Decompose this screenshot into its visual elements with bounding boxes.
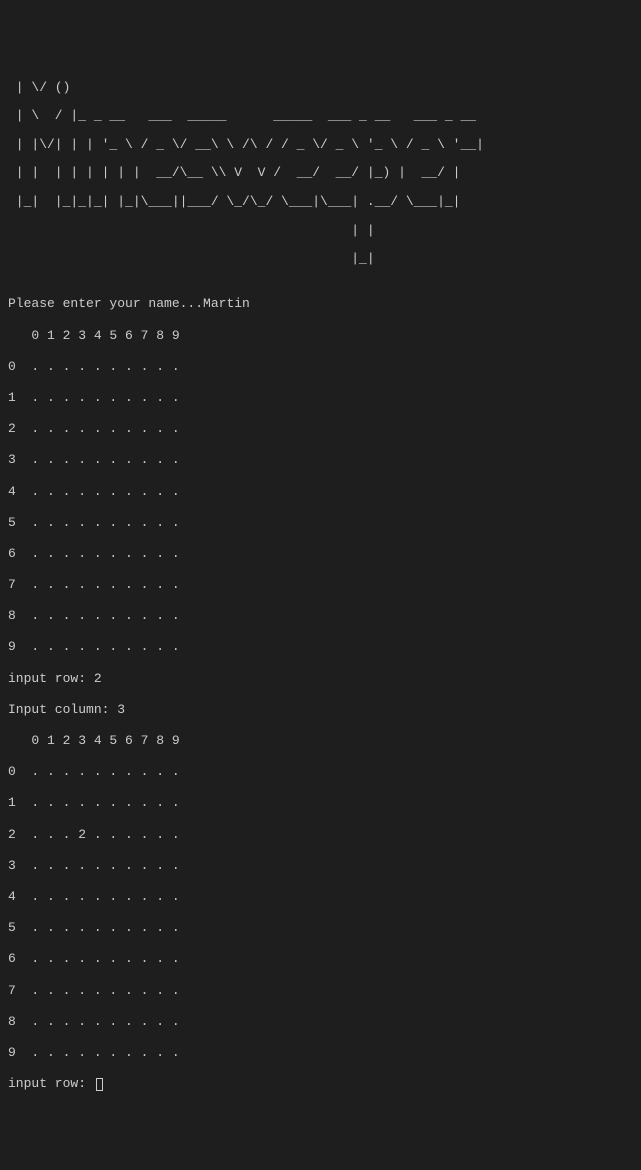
ascii-line: | \ / |_ _ __ ___ _____ _____ ___ _ __ _…: [8, 109, 633, 123]
board-row: 9 . . . . . . . . . .: [8, 1045, 633, 1061]
name-prompt-line: Please enter your name...Martin: [8, 296, 633, 312]
board-row: 5 . . . . . . . . . .: [8, 515, 633, 531]
name-value: Martin: [203, 296, 250, 311]
board-row: 1 . . . . . . . . . .: [8, 390, 633, 406]
board-row: 9 . . . . . . . . . .: [8, 639, 633, 655]
board-row: 7 . . . . . . . . . .: [8, 577, 633, 593]
cursor-icon: [96, 1078, 103, 1091]
input-row-line: input row: 2: [8, 671, 633, 687]
input-row-value: 2: [94, 671, 102, 686]
board-row: 1 . . . . . . . . . .: [8, 795, 633, 811]
input-col-value: 3: [117, 702, 125, 717]
board-row: 8 . . . . . . . . . .: [8, 608, 633, 624]
board-row: 6 . . . . . . . . . .: [8, 546, 633, 562]
ascii-line: | |: [8, 224, 633, 238]
board-row: 2 . . . . . . . . . .: [8, 421, 633, 437]
ascii-art-banner: | \/ () | \ / |_ _ __ ___ _____ _____ __…: [8, 66, 633, 280]
ascii-line: | | | | | | | | __/\__ \\ V V / __/ __/ …: [8, 166, 633, 180]
ascii-line: | \/ (): [8, 81, 633, 95]
board-header: 0 1 2 3 4 5 6 7 8 9: [8, 733, 633, 749]
ascii-line: |_| |_|_|_| |_|\___||___/ \_/\_/ \___|\_…: [8, 195, 633, 209]
board-row: 3 . . . . . . . . . .: [8, 452, 633, 468]
ascii-line: |_|: [8, 252, 633, 266]
board-row: 0 . . . . . . . . . .: [8, 764, 633, 780]
board-row: 4 . . . . . . . . . .: [8, 484, 633, 500]
board-row: 0 . . . . . . . . . .: [8, 359, 633, 375]
input-col-line: Input column: 3: [8, 702, 633, 718]
board-header: 0 1 2 3 4 5 6 7 8 9: [8, 328, 633, 344]
board-row: 6 . . . . . . . . . .: [8, 951, 633, 967]
board-row: 7 . . . . . . . . . .: [8, 983, 633, 999]
board-row: 8 . . . . . . . . . .: [8, 1014, 633, 1030]
input-row-prompt: input row:: [8, 671, 94, 686]
input-row-line-active[interactable]: input row:: [8, 1076, 633, 1092]
ascii-line: | |\/| | | '_ \ / _ \/ __\ \ /\ / / _ \/…: [8, 138, 633, 152]
board-row: 4 . . . . . . . . . .: [8, 889, 633, 905]
board-row: 3 . . . . . . . . . .: [8, 858, 633, 874]
board-row: 5 . . . . . . . . . .: [8, 920, 633, 936]
name-prompt: Please enter your name...: [8, 296, 203, 311]
board-row: 2 . . . 2 . . . . . .: [8, 827, 633, 843]
input-col-prompt: Input column:: [8, 702, 117, 717]
input-row-prompt: input row:: [8, 1076, 94, 1091]
